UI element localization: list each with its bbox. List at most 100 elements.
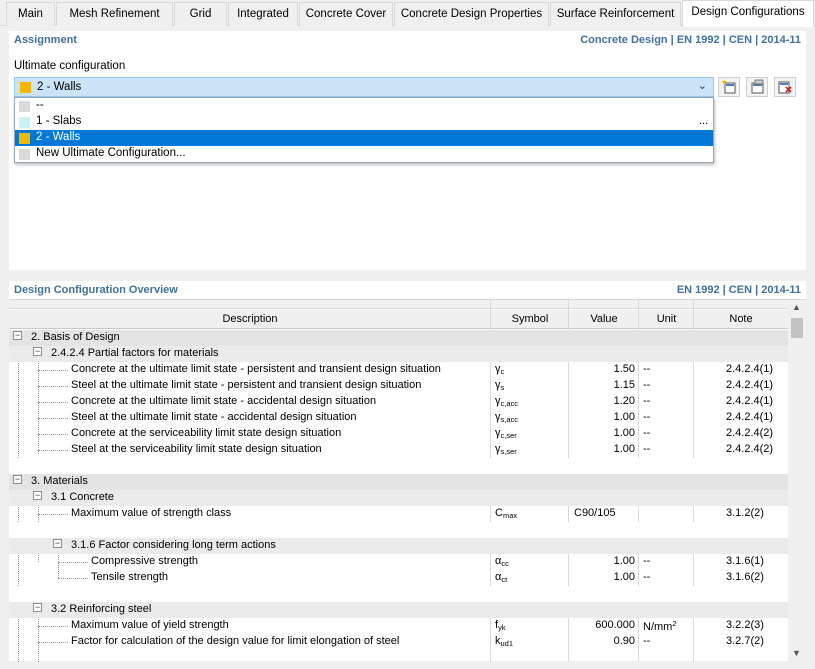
row-symbol: γs,ser bbox=[495, 443, 517, 456]
row-unit: -- bbox=[643, 363, 650, 375]
row-note: 2.4.2.4(2) bbox=[726, 427, 773, 439]
edit-configuration-button[interactable] bbox=[746, 77, 768, 97]
chevron-down-icon[interactable]: ⌄ bbox=[698, 79, 707, 92]
assignment-panel: Assignment Concrete Design | EN 1992 | C… bbox=[9, 31, 806, 270]
table-row[interactable]: Maximum value of strength class Cmax C90… bbox=[9, 506, 788, 522]
table-row[interactable]: Steel at the serviceability limit state … bbox=[9, 442, 788, 458]
row-unit: N/mm2 bbox=[643, 619, 677, 633]
row-unit: -- bbox=[643, 395, 650, 407]
row-description: Steel at the ultimate limit state - acci… bbox=[71, 411, 357, 423]
assignment-title: Assignment bbox=[14, 34, 77, 46]
delete-configuration-button[interactable] bbox=[774, 77, 796, 97]
tab-surface-reinforcement[interactable]: Surface Reinforcement bbox=[550, 2, 681, 26]
table-row[interactable]: Maximum value of yield strength fyk 600.… bbox=[9, 618, 788, 634]
row-description: 3.2 Reinforcing steel bbox=[51, 603, 151, 615]
row-value: 1.00 bbox=[571, 571, 635, 583]
ultimate-configuration-value: 2 - Walls bbox=[37, 81, 81, 93]
row-symbol: γs bbox=[495, 379, 504, 392]
row-symbol: kud1 bbox=[495, 635, 513, 648]
collapse-toggle-icon[interactable]: − bbox=[13, 331, 22, 340]
row-description: Steel at the serviceability limit state … bbox=[71, 443, 322, 455]
row-note: 2.4.2.4(1) bbox=[726, 379, 773, 391]
row-description: Steel at the ultimate limit state - pers… bbox=[71, 379, 421, 391]
row-symbol: αcc bbox=[495, 555, 509, 568]
row-symbol: γc bbox=[495, 363, 504, 376]
scroll-up-icon[interactable]: ▲ bbox=[792, 302, 801, 312]
more-options-ellipsis[interactable]: ... bbox=[699, 115, 708, 127]
row-description: Maximum value of strength class bbox=[71, 507, 231, 519]
dropdown-option-none[interactable]: -- bbox=[15, 98, 713, 114]
table-row[interactable]: Concrete at the ultimate limit state - a… bbox=[9, 394, 788, 410]
new-configuration-button[interactable] bbox=[718, 77, 740, 97]
collapse-toggle-icon[interactable]: − bbox=[33, 491, 42, 500]
table-row[interactable]: − 3. Materials bbox=[9, 474, 788, 490]
row-symbol: Cmax bbox=[495, 507, 517, 520]
collapse-toggle-icon[interactable]: − bbox=[13, 475, 22, 484]
table-row[interactable]: Concrete at the serviceability limit sta… bbox=[9, 426, 788, 442]
tab-grid[interactable]: Grid bbox=[174, 2, 227, 26]
dropdown-option-walls[interactable]: 2 - Walls bbox=[15, 130, 713, 146]
overview-header: Design Configuration Overview EN 1992 | … bbox=[9, 281, 806, 299]
tab-main[interactable]: Main bbox=[6, 2, 55, 26]
table-row[interactable]: Steel at the ultimate limit state - pers… bbox=[9, 378, 788, 394]
row-value: 1.20 bbox=[571, 395, 635, 407]
table-row[interactable]: Compressive strength αcc 1.00 -- 3.1.6(1… bbox=[9, 554, 788, 570]
table-body: − 2. Basis of Design − 2.4.2.4 Partial f… bbox=[9, 330, 788, 662]
row-description: Concrete at the ultimate limit state - a… bbox=[71, 395, 376, 407]
scroll-down-icon[interactable]: ▼ bbox=[792, 648, 801, 658]
row-value: C90/105 bbox=[574, 507, 616, 519]
dropdown-option-slabs[interactable]: 1 - Slabs bbox=[15, 114, 713, 130]
option-label: 1 - Slabs bbox=[36, 115, 81, 127]
row-description: 2.4.2.4 Partial factors for materials bbox=[51, 347, 219, 359]
row-note: 2.4.2.4(1) bbox=[726, 395, 773, 407]
collapse-toggle-icon[interactable]: − bbox=[53, 539, 62, 548]
row-symbol: fyk bbox=[495, 619, 506, 632]
row-description: 3.1.6 Factor considering long term actio… bbox=[71, 539, 276, 551]
table-row[interactable]: − 2. Basis of Design bbox=[9, 330, 788, 346]
ultimate-configuration-label: Ultimate configuration bbox=[14, 60, 125, 72]
table-row[interactable]: Factor for calculation of the design val… bbox=[9, 634, 788, 650]
table-header-spacer bbox=[9, 300, 788, 309]
table-row-spacer bbox=[9, 458, 788, 474]
vertical-scrollbar[interactable]: ▲ ▼ bbox=[788, 300, 806, 662]
tab-integrated[interactable]: Integrated bbox=[228, 2, 298, 26]
row-unit: -- bbox=[643, 635, 650, 647]
column-header-note[interactable]: Note bbox=[694, 313, 788, 325]
tab-design-configurations[interactable]: Design Configurations bbox=[682, 0, 814, 27]
table-row[interactable]: − 3.2 Reinforcing steel bbox=[9, 602, 788, 618]
option-color-swatch bbox=[19, 117, 30, 128]
row-description: Concrete at the serviceability limit sta… bbox=[71, 427, 341, 439]
row-symbol: αct bbox=[495, 571, 507, 584]
row-unit: -- bbox=[643, 555, 650, 567]
column-header-description[interactable]: Description bbox=[9, 313, 491, 325]
row-description: Factor for calculation of the design val… bbox=[71, 635, 399, 647]
row-description: Concrete at the ultimate limit state - p… bbox=[71, 363, 441, 375]
collapse-toggle-icon[interactable]: − bbox=[33, 603, 42, 612]
tab-concrete-design-properties[interactable]: Concrete Design Properties bbox=[394, 2, 549, 26]
table-row[interactable]: Tensile strength αct 1.00 -- 3.1.6(2) bbox=[9, 570, 788, 586]
row-description: 3.1 Concrete bbox=[51, 491, 114, 503]
row-value: 1.00 bbox=[571, 427, 635, 439]
tab-mesh-refinement[interactable]: Mesh Refinement bbox=[56, 2, 173, 26]
dropdown-option-new-configuration[interactable]: New Ultimate Configuration... bbox=[15, 146, 713, 162]
row-description: Maximum value of yield strength bbox=[71, 619, 229, 631]
column-header-symbol[interactable]: Symbol bbox=[491, 313, 569, 325]
tab-concrete-cover[interactable]: Concrete Cover bbox=[299, 2, 393, 26]
option-color-swatch bbox=[19, 101, 30, 112]
table-row[interactable]: Steel at the ultimate limit state - acci… bbox=[9, 410, 788, 426]
column-header-value[interactable]: Value bbox=[569, 313, 639, 325]
collapse-toggle-icon[interactable]: − bbox=[33, 347, 42, 356]
scrollbar-thumb[interactable] bbox=[791, 318, 803, 338]
column-header-unit[interactable]: Unit bbox=[639, 313, 694, 325]
table-row[interactable]: − 2.4.2.4 Partial factors for materials bbox=[9, 346, 788, 362]
row-note: 3.1.6(1) bbox=[726, 555, 764, 567]
table-row[interactable]: Concrete at the ultimate limit state - p… bbox=[9, 362, 788, 378]
table-row[interactable]: − 3.1.6 Factor considering long term act… bbox=[9, 538, 788, 554]
edit-window-icon bbox=[749, 79, 765, 95]
row-note: 2.4.2.4(2) bbox=[726, 443, 773, 455]
table-row[interactable]: − 3.1 Concrete bbox=[9, 490, 788, 506]
row-unit: -- bbox=[643, 427, 650, 439]
option-label: New Ultimate Configuration... bbox=[36, 147, 186, 159]
ultimate-configuration-combobox[interactable]: 2 - Walls ⌄ bbox=[14, 77, 714, 97]
row-value: 600.000 bbox=[571, 619, 635, 631]
